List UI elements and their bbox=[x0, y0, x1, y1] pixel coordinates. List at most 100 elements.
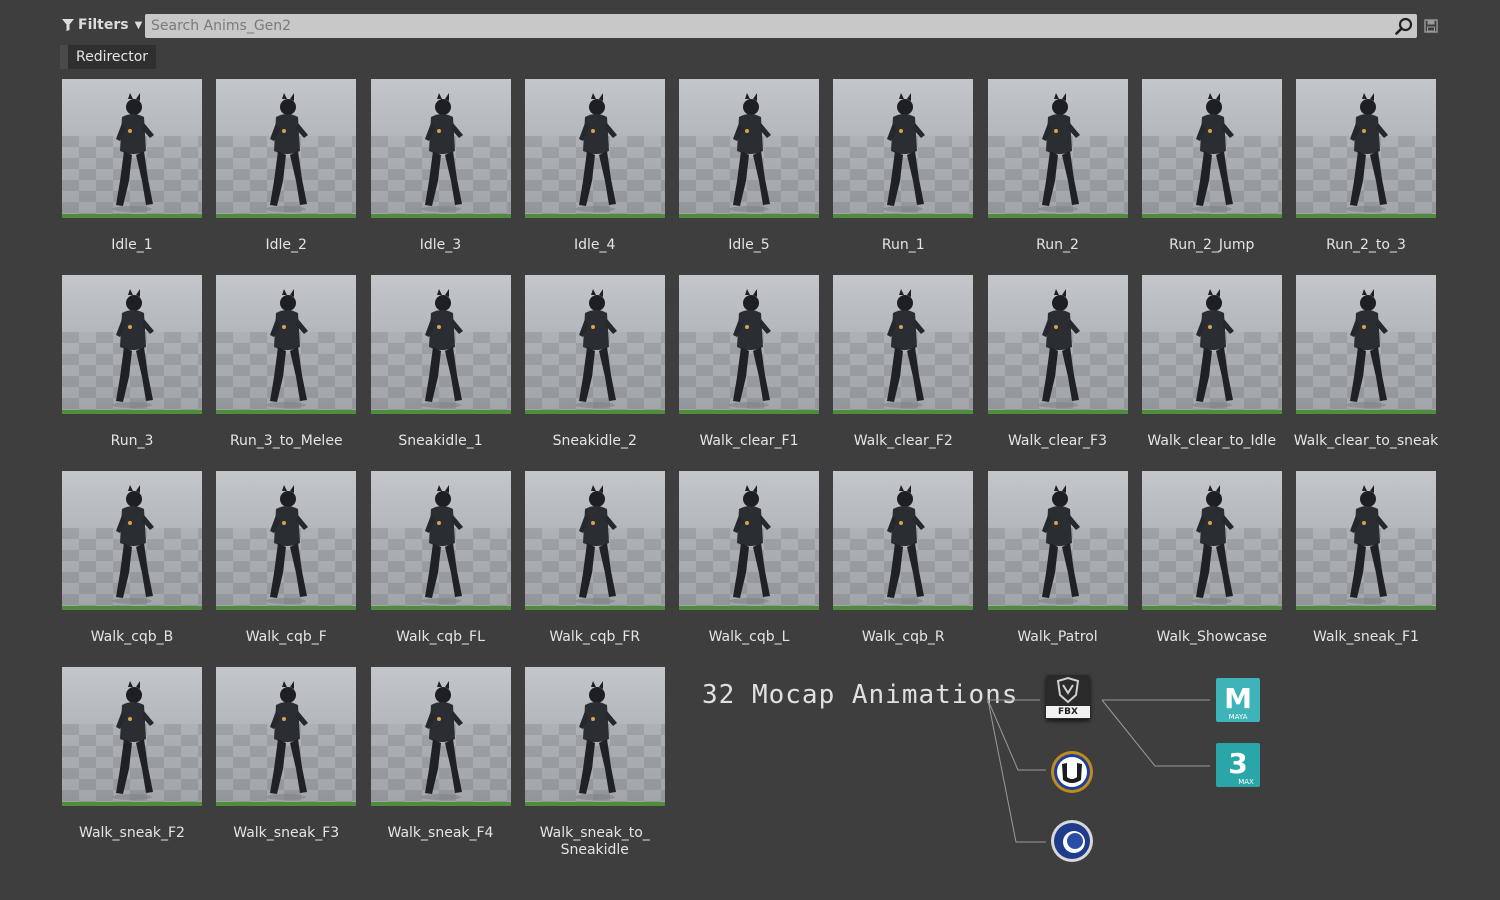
animation-asset-tile[interactable]: Walk_clear_to_sneak bbox=[1294, 275, 1438, 449]
character-pose-icon bbox=[1346, 289, 1388, 408]
asset-name-label: Walk_sneak_F1 bbox=[1313, 629, 1419, 645]
content-browser-toolbar: Filters ▼ bbox=[0, 10, 1500, 42]
character-pose-icon bbox=[574, 93, 617, 212]
animation-asset-tile[interactable]: Run_2 bbox=[987, 79, 1128, 253]
asset-name-label: Walk_sneak_F3 bbox=[233, 825, 340, 841]
character-pose-icon bbox=[729, 93, 771, 212]
animation-asset-tile[interactable]: Walk_Showcase bbox=[1141, 471, 1282, 645]
funnel-icon bbox=[62, 19, 74, 31]
animation-asset-tile[interactable]: Walk_cqb_F bbox=[216, 471, 357, 645]
animation-asset-tile[interactable]: Idle_5 bbox=[679, 79, 819, 253]
animation-asset-tile[interactable]: Walk_cqb_B bbox=[62, 471, 202, 645]
asset-thumbnail bbox=[987, 471, 1128, 610]
animation-asset-tile[interactable]: Walk_cqb_FL bbox=[370, 471, 511, 645]
asset-thumbnail bbox=[216, 79, 357, 218]
asset-thumbnail bbox=[833, 79, 974, 218]
animation-asset-tile[interactable]: Walk_clear_F1 bbox=[679, 275, 819, 449]
animation-asset-tile[interactable]: Run_1 bbox=[833, 79, 974, 253]
animation-asset-tile[interactable]: Walk_clear_F2 bbox=[833, 275, 974, 449]
redirector-filter-chip[interactable]: Redirector bbox=[60, 45, 157, 69]
character-pose-icon bbox=[1037, 93, 1080, 212]
character-pose-icon bbox=[266, 681, 309, 800]
animation-asset-tile[interactable]: Run_3 bbox=[62, 275, 202, 449]
asset-thumbnail bbox=[1296, 79, 1436, 218]
animation-asset-tile[interactable]: Walk_cqb_L bbox=[679, 471, 819, 645]
animation-asset-tile[interactable]: Idle_3 bbox=[370, 79, 511, 253]
animation-asset-tile[interactable]: Walk_sneak_to_ Sneakidle bbox=[524, 667, 665, 858]
asset-name-label: Walk_cqb_FL bbox=[396, 629, 485, 645]
animation-asset-tile[interactable]: Walk_sneak_F1 bbox=[1296, 471, 1436, 645]
animation-asset-tile[interactable]: Sneakidle_2 bbox=[524, 275, 665, 449]
asset-name-label: Walk_clear_F1 bbox=[699, 433, 799, 449]
asset-name-label: Idle_4 bbox=[574, 237, 616, 253]
asset-thumbnail bbox=[62, 667, 202, 806]
character-pose-icon bbox=[112, 93, 154, 212]
redirector-chip-label: Redirector bbox=[76, 49, 149, 65]
asset-name-label: Walk_clear_F3 bbox=[1007, 433, 1108, 449]
fbx-icon: FBX bbox=[1046, 675, 1090, 719]
character-pose-icon bbox=[883, 289, 926, 408]
character-pose-icon bbox=[420, 681, 463, 800]
asset-thumbnail bbox=[1296, 471, 1436, 610]
asset-name-label: Walk_cqb_FR bbox=[549, 629, 641, 645]
asset-name-label: Sneakidle_1 bbox=[398, 433, 483, 449]
animation-asset-tile[interactable]: Run_3_to_Melee bbox=[216, 275, 357, 449]
svg-text:3: 3 bbox=[1228, 747, 1247, 780]
animation-asset-tile[interactable]: Walk_sneak_F4 bbox=[370, 667, 511, 841]
asset-name-label: Run_3 bbox=[110, 433, 154, 449]
animation-asset-tile[interactable]: Run_2_to_3 bbox=[1296, 79, 1436, 253]
asset-name-label: Run_2_to_3 bbox=[1326, 237, 1406, 253]
animation-asset-tile[interactable]: Walk_cqb_FR bbox=[524, 471, 665, 645]
search-input[interactable] bbox=[145, 14, 1385, 38]
animation-asset-tile[interactable]: Walk_clear_to_Idle bbox=[1141, 275, 1282, 449]
unreal-engine-icon bbox=[1050, 750, 1094, 794]
animation-asset-tile[interactable]: Walk_Patrol bbox=[987, 471, 1128, 645]
character-pose-icon bbox=[883, 485, 926, 604]
asset-thumbnail bbox=[679, 275, 819, 414]
asset-thumbnail bbox=[1141, 471, 1282, 610]
asset-thumbnail bbox=[370, 667, 511, 806]
animation-asset-tile[interactable]: Idle_4 bbox=[524, 79, 665, 253]
svg-text:M: M bbox=[1224, 682, 1252, 715]
character-pose-icon bbox=[1191, 289, 1234, 408]
3dsmax-icon: 3 MAX bbox=[1216, 743, 1260, 787]
asset-thumbnail bbox=[216, 667, 357, 806]
asset-thumbnail bbox=[62, 79, 202, 218]
fbx-label: FBX bbox=[1046, 706, 1090, 718]
asset-thumbnail bbox=[679, 79, 819, 218]
asset-thumbnail bbox=[524, 79, 665, 218]
asset-name-label: Sneakidle_2 bbox=[552, 433, 637, 449]
search-box bbox=[145, 14, 1417, 38]
asset-name-label: Walk_clear_to_Idle bbox=[1147, 433, 1277, 449]
character-pose-icon bbox=[112, 681, 154, 800]
animation-asset-tile[interactable]: Idle_1 bbox=[62, 79, 202, 253]
asset-thumbnail bbox=[370, 275, 511, 414]
animation-asset-tile[interactable]: Walk_cqb_R bbox=[833, 471, 974, 645]
asset-name-label: Walk_sneak_F2 bbox=[79, 825, 185, 841]
search-icon[interactable] bbox=[1395, 17, 1413, 35]
animation-asset-tile[interactable]: Walk_sneak_F3 bbox=[216, 667, 357, 841]
promo-headline: 32 Mocap Animations bbox=[702, 680, 1019, 710]
asset-thumbnail bbox=[679, 471, 819, 610]
animation-asset-tile[interactable]: Sneakidle_1 bbox=[370, 275, 511, 449]
asset-name-label: Idle_1 bbox=[111, 237, 153, 253]
character-pose-icon bbox=[266, 289, 309, 408]
animation-asset-tile[interactable]: Walk_clear_F3 bbox=[987, 275, 1128, 449]
animation-asset-tile[interactable]: Run_2_Jump bbox=[1141, 79, 1282, 253]
filters-button[interactable]: Filters ▼ bbox=[62, 14, 142, 36]
character-pose-icon bbox=[266, 93, 309, 212]
asset-thumbnail bbox=[216, 275, 357, 414]
asset-thumbnail bbox=[1296, 275, 1436, 414]
character-pose-icon bbox=[112, 485, 154, 604]
save-search-icon[interactable] bbox=[1424, 19, 1438, 33]
asset-thumbnail bbox=[524, 275, 665, 414]
animation-asset-tile[interactable]: Walk_sneak_F2 bbox=[62, 667, 202, 841]
character-pose-icon bbox=[883, 93, 926, 212]
asset-name-label: Idle_3 bbox=[419, 237, 462, 253]
asset-name-label: Idle_2 bbox=[265, 237, 307, 253]
cinema4d-icon bbox=[1050, 819, 1094, 863]
asset-thumbnail bbox=[62, 471, 202, 610]
character-pose-icon bbox=[729, 289, 771, 408]
animation-asset-tile[interactable]: Idle_2 bbox=[216, 79, 357, 253]
filters-label: Filters bbox=[78, 17, 129, 33]
